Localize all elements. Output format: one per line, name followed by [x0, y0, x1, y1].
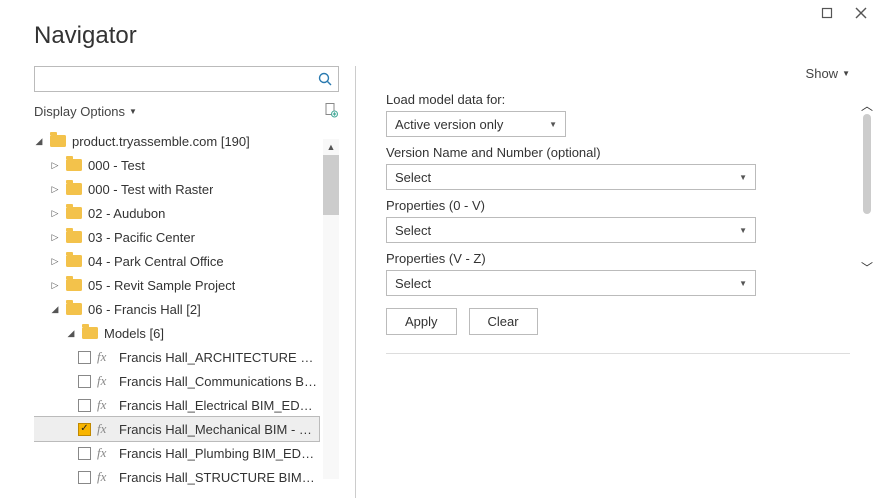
scroll-up-icon[interactable]: ▲: [323, 139, 339, 155]
version-select[interactable]: Select ▼: [386, 164, 756, 190]
version-label: Version Name and Number (optional): [386, 145, 850, 160]
properties2-label: Properties (V - Z): [386, 251, 850, 266]
scroll-thumb[interactable]: [323, 155, 339, 215]
new-item-icon[interactable]: [323, 102, 339, 121]
fx-icon: fx: [97, 421, 113, 437]
load-model-select[interactable]: Active version only ▼: [386, 111, 566, 137]
properties1-value: Select: [395, 223, 431, 238]
tree-model-item[interactable]: fx Francis Hall_Communications BIM_E...: [34, 369, 319, 393]
chevron-down-icon: ▼: [739, 226, 747, 235]
folder-icon: [66, 159, 82, 171]
caret-right-icon[interactable]: ▷: [50, 160, 60, 171]
folder-icon: [82, 327, 98, 339]
caret-down-icon[interactable]: ◢: [66, 328, 76, 339]
tree-model-item[interactable]: fx Francis Hall_STRUCTURE BIM_ EDDIE: [34, 465, 319, 489]
clear-button[interactable]: Clear: [469, 308, 538, 335]
tree-model-item-selected[interactable]: fx Francis Hall_Mechanical BIM - SCHE...: [34, 417, 319, 441]
tree-folder-expanded[interactable]: ◢ 06 - Francis Hall [2]: [34, 297, 319, 321]
fx-icon: fx: [97, 445, 113, 461]
window-maximize-icon[interactable]: [820, 6, 834, 20]
chevron-down-icon: ▼: [549, 120, 557, 129]
tree-folder[interactable]: ▷ 000 - Test: [34, 153, 319, 177]
folder-icon: [66, 279, 82, 291]
folder-icon: [50, 135, 66, 147]
display-options-button[interactable]: Display Options ▼: [34, 104, 137, 119]
caret-right-icon[interactable]: ▷: [50, 280, 60, 291]
folder-icon: [66, 303, 82, 315]
checkbox[interactable]: [78, 351, 91, 364]
folder-icon: [66, 231, 82, 243]
tree-root[interactable]: ◢ product.tryassemble.com [190]: [34, 129, 319, 153]
folder-icon: [66, 183, 82, 195]
divider-line: [386, 353, 850, 354]
display-options-label: Display Options: [34, 104, 125, 119]
apply-button[interactable]: Apply: [386, 308, 457, 335]
tree-folder[interactable]: ▷ 03 - Pacific Center: [34, 225, 319, 249]
search-input[interactable]: [35, 67, 312, 91]
fx-icon: fx: [97, 373, 113, 389]
checkbox-checked[interactable]: [78, 423, 91, 436]
properties2-value: Select: [395, 276, 431, 291]
tree-folder[interactable]: ▷ 05 - Revit Sample Project: [34, 273, 319, 297]
folder-icon: [66, 255, 82, 267]
fx-icon: fx: [97, 469, 113, 485]
tree-model-item[interactable]: fx Francis Hall_Electrical BIM_EDDIE: [34, 393, 319, 417]
caret-right-icon[interactable]: ▷: [50, 232, 60, 243]
tree-folder[interactable]: ▷ 02 - Audubon: [34, 201, 319, 225]
chevron-down-icon: ▼: [842, 69, 850, 78]
caret-down-icon[interactable]: ◢: [34, 136, 44, 147]
scroll-up-icon[interactable]: ︿: [858, 96, 876, 114]
show-button[interactable]: Show ▼: [806, 66, 850, 81]
tree-model-item[interactable]: fx Francis Hall_Plumbing BIM_EDDIE: [34, 441, 319, 465]
right-scrollbar[interactable]: ︿ ﹀: [858, 96, 876, 276]
load-label: Load model data for:: [386, 92, 850, 107]
load-model-value: Active version only: [395, 117, 503, 132]
search-input-wrap[interactable]: [34, 66, 339, 92]
caret-right-icon[interactable]: ▷: [50, 184, 60, 195]
chevron-down-icon: ▼: [129, 107, 137, 116]
checkbox[interactable]: [78, 471, 91, 484]
caret-right-icon[interactable]: ▷: [50, 208, 60, 219]
scroll-down-icon[interactable]: ﹀: [858, 258, 876, 276]
caret-down-icon[interactable]: ◢: [50, 304, 60, 315]
checkbox[interactable]: [78, 399, 91, 412]
scroll-thumb[interactable]: [863, 114, 871, 214]
folder-icon: [66, 207, 82, 219]
chevron-down-icon: ▼: [739, 279, 747, 288]
checkbox[interactable]: [78, 447, 91, 460]
fx-icon: fx: [97, 397, 113, 413]
fx-icon: fx: [97, 349, 113, 365]
version-value: Select: [395, 170, 431, 185]
properties1-label: Properties (0 - V): [386, 198, 850, 213]
tree-model-item[interactable]: fx Francis Hall_ARCHITECTURE BIM_20...: [34, 345, 319, 369]
show-label: Show: [806, 66, 839, 81]
chevron-down-icon: ▼: [739, 173, 747, 182]
page-title: Navigator: [0, 0, 880, 66]
search-icon[interactable]: [312, 71, 338, 87]
tree-scrollbar[interactable]: ▲: [323, 139, 339, 479]
tree-folder[interactable]: ▷ 000 - Test with Raster: [34, 177, 319, 201]
caret-right-icon[interactable]: ▷: [50, 256, 60, 267]
window-close-icon[interactable]: [854, 6, 868, 20]
tree-models-folder[interactable]: ◢ Models [6]: [34, 321, 319, 345]
tree-root-label: product.tryassemble.com [190]: [72, 134, 250, 149]
tree-folder[interactable]: ▷ 04 - Park Central Office: [34, 249, 319, 273]
checkbox[interactable]: [78, 375, 91, 388]
properties2-select[interactable]: Select ▼: [386, 270, 756, 296]
properties1-select[interactable]: Select ▼: [386, 217, 756, 243]
